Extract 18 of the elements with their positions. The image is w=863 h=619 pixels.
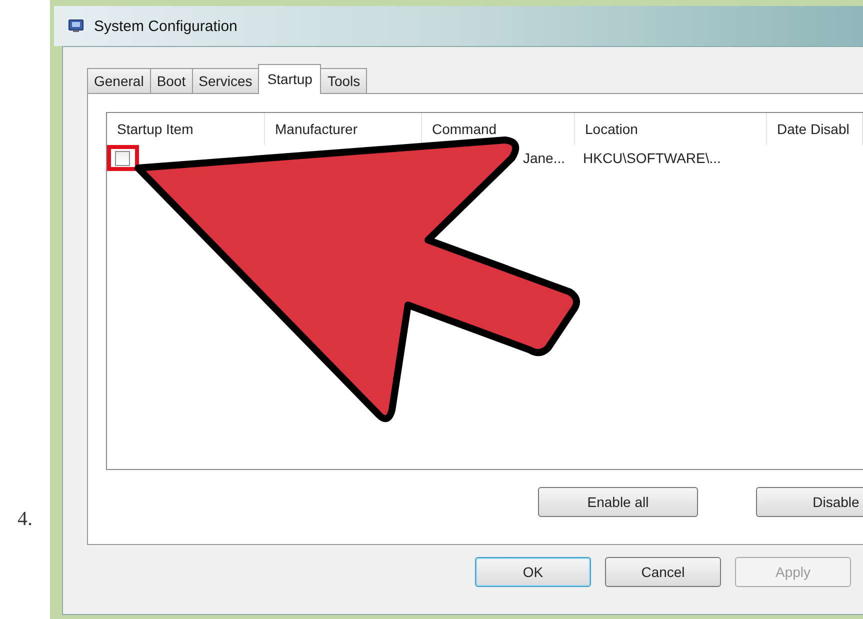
tab[interactable]: Boot (150, 68, 193, 93)
tab[interactable]: Tools (320, 68, 368, 93)
window-title: System Configuration (94, 18, 238, 34)
checkbox[interactable] (115, 150, 130, 166)
panel-button[interactable]: Disable (756, 487, 863, 517)
tab[interactable]: Startup (258, 64, 322, 94)
panel-button[interactable]: Enable all (538, 487, 698, 517)
dialog-button[interactable]: Cancel (605, 557, 721, 587)
column-header[interactable]: Startup Item (107, 113, 265, 145)
column-header[interactable]: Location (575, 113, 767, 145)
table-cell: HKCU\SOFTWARE\... (583, 150, 721, 166)
table-cell: Jane... (522, 150, 565, 166)
step-number: 4. (18, 508, 32, 531)
dialog-button[interactable]: OK (475, 557, 591, 587)
tab[interactable]: General (87, 68, 151, 93)
column-header[interactable]: Date Disabl (767, 113, 863, 145)
window-icon (68, 19, 84, 33)
tab[interactable]: Services (192, 68, 260, 93)
